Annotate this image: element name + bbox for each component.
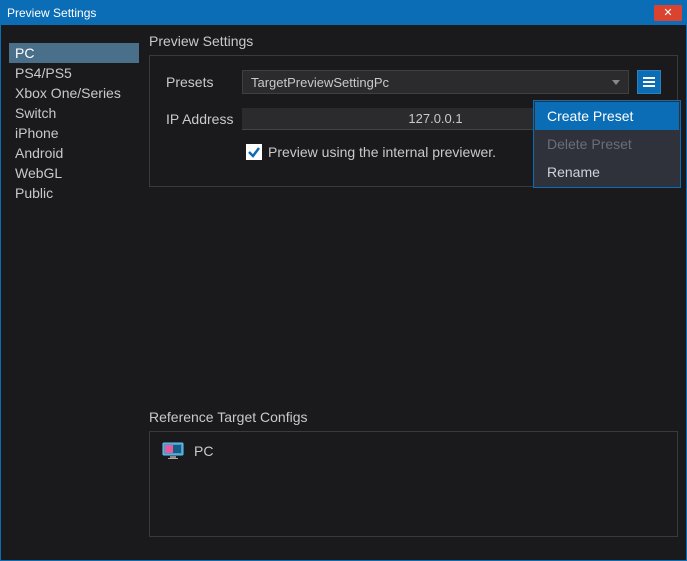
close-button[interactable]: ✕ (654, 5, 682, 21)
checkmark-icon (247, 145, 261, 159)
titlebar: Preview Settings ✕ (1, 1, 686, 25)
ip-value: 127.0.0.1 (408, 111, 462, 126)
sidebar-item-pc[interactable]: PC (9, 43, 139, 63)
sidebar-item-android[interactable]: Android (9, 143, 139, 163)
reference-configs-box: PC (149, 431, 678, 537)
hamburger-icon (641, 75, 657, 89)
internal-previewer-label: Preview using the internal previewer. (268, 144, 496, 160)
presets-dropdown[interactable]: TargetPreviewSettingPc (242, 70, 629, 94)
sidebar-item-webgl[interactable]: WebGL (9, 163, 139, 183)
window-title: Preview Settings (7, 6, 96, 20)
main-title: Preview Settings (149, 33, 678, 49)
internal-previewer-checkbox[interactable] (246, 144, 262, 160)
presets-label: Presets (166, 74, 242, 90)
sidebar-item-switch[interactable]: Switch (9, 103, 139, 123)
menu-item-rename[interactable]: Rename (535, 158, 679, 186)
presets-context-menu: Create PresetDelete PresetRename (533, 100, 681, 188)
menu-item-delete-preset: Delete Preset (535, 130, 679, 158)
close-icon: ✕ (663, 8, 672, 19)
chevron-down-icon (612, 80, 620, 85)
ip-label: IP Address (166, 111, 242, 127)
sidebar-item-iphone[interactable]: iPhone (9, 123, 139, 143)
presets-row: Presets TargetPreviewSettingPc (166, 70, 661, 94)
sidebar-item-public[interactable]: Public (9, 183, 139, 203)
reference-config-item[interactable]: PC (162, 442, 665, 460)
reference-config-label: PC (194, 443, 213, 459)
sidebar: PCPS4/PS5Xbox One/SeriesSwitchiPhoneAndr… (9, 33, 139, 552)
window: Preview Settings ✕ PCPS4/PS5Xbox One/Ser… (0, 0, 687, 561)
presets-menu-button[interactable] (637, 70, 661, 94)
reference-configs-title: Reference Target Configs (149, 409, 678, 425)
sidebar-item-ps4-ps5[interactable]: PS4/PS5 (9, 63, 139, 83)
monitor-icon (162, 442, 184, 460)
presets-value: TargetPreviewSettingPc (251, 75, 389, 90)
sidebar-item-xbox-one-series[interactable]: Xbox One/Series (9, 83, 139, 103)
menu-item-create-preset[interactable]: Create Preset (535, 102, 679, 130)
